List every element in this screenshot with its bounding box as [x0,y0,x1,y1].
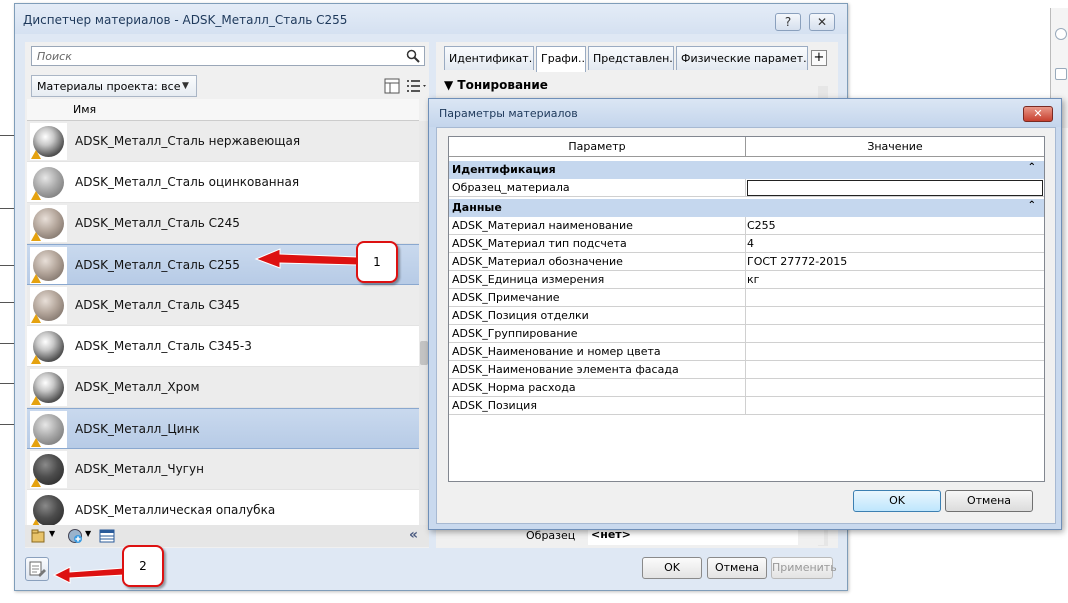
callout-arrow-2 [52,566,125,584]
callout-arrow-1 [254,248,359,269]
callout-badge-1: 1 [356,241,398,283]
callout-badge-2: 2 [122,545,164,587]
callout-arrows [52,248,359,584]
